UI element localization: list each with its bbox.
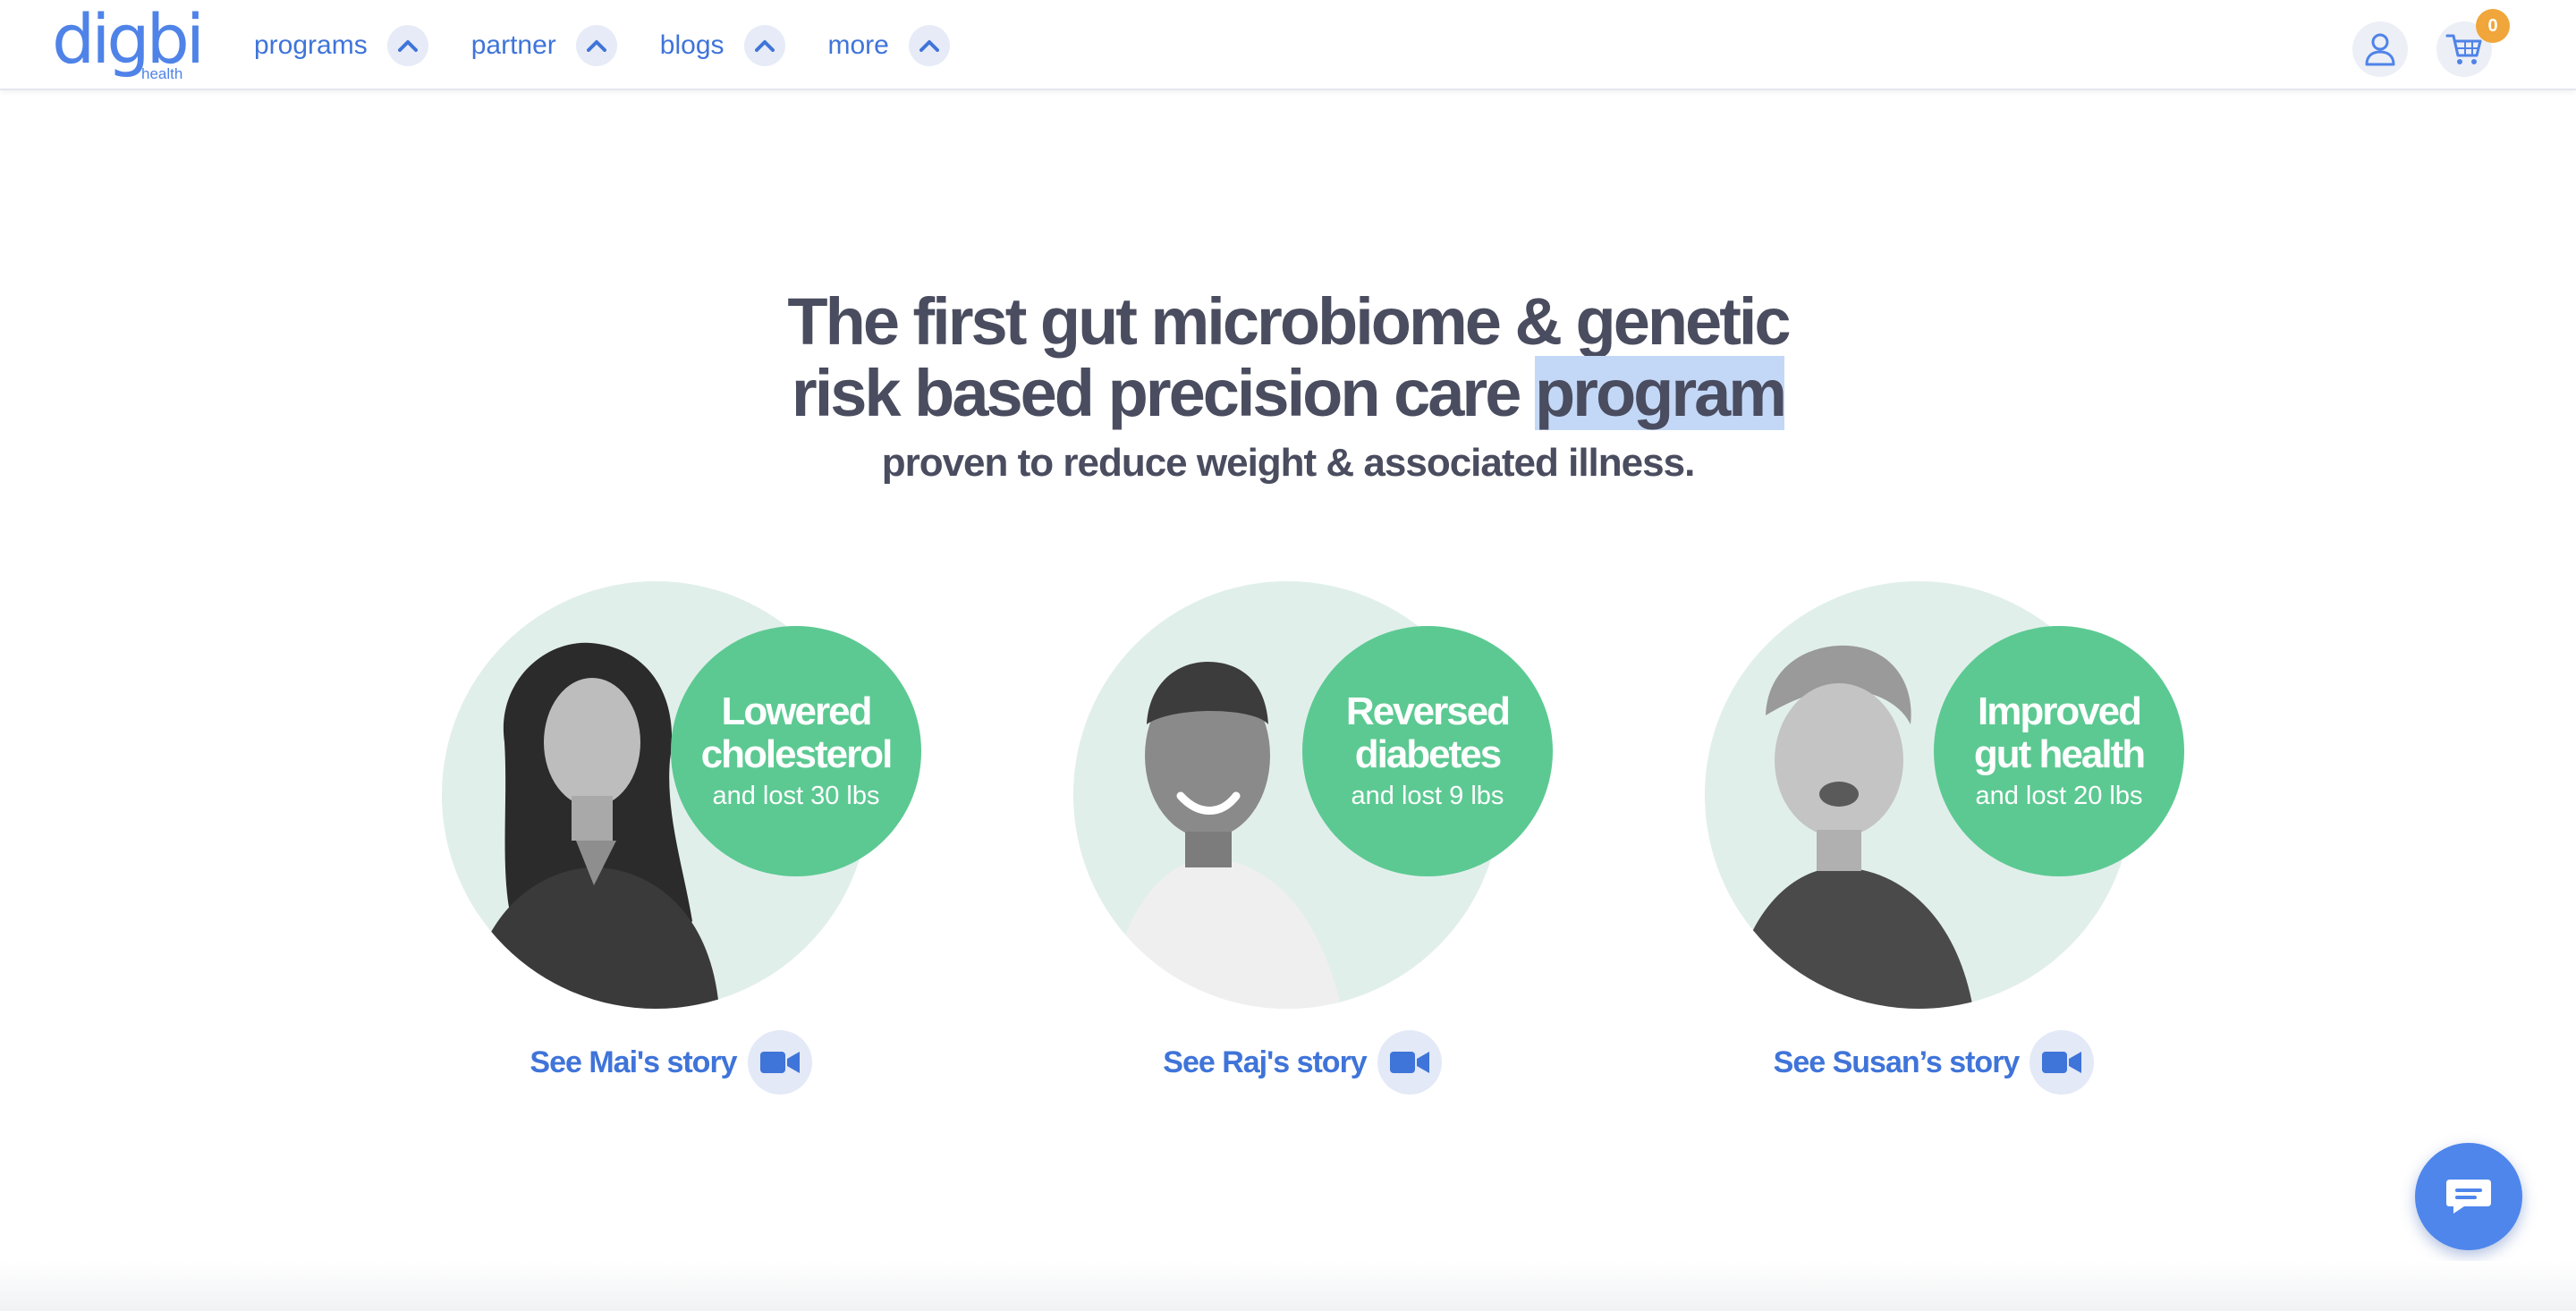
result-headline-2: gut health xyxy=(1973,732,2146,776)
see-story-link[interactable]: See Raj's story xyxy=(1052,1030,1553,1095)
result-badge: Improved gut health and lost 20 lbs xyxy=(1934,626,2184,876)
result-headline-1: Reversed xyxy=(1345,689,1511,733)
see-story-link[interactable]: See Mai's story xyxy=(420,1030,921,1095)
result-headline-2: diabetes xyxy=(1354,732,1503,776)
user-icon xyxy=(2365,33,2395,66)
story-link-text[interactable]: See Raj's story xyxy=(1163,1045,1367,1080)
video-camera-icon[interactable] xyxy=(1377,1030,1442,1095)
hero-title-line-1: The first gut microbiome & genetic xyxy=(787,284,1791,359)
nav-item-label: partner xyxy=(470,30,556,60)
hero-title: The first gut microbiome & genetic risk … xyxy=(0,284,2576,430)
logo-subtext: health xyxy=(141,65,183,82)
result-badge: Reversed diabetes and lost 9 lbs xyxy=(1302,626,1553,876)
chat-launcher-button[interactable] xyxy=(2415,1143,2522,1250)
video-camera-icon[interactable] xyxy=(747,1030,812,1095)
nav-item-partner[interactable]: partner xyxy=(471,25,617,66)
result-headline-2: cholesterol xyxy=(700,732,894,776)
nav-item-blogs[interactable]: blogs xyxy=(660,25,785,66)
nav-item-programs[interactable]: programs xyxy=(254,25,428,66)
story-card-susan: Improved gut health and lost 20 lbs See … xyxy=(1683,581,2184,1100)
cart-icon xyxy=(2445,34,2482,64)
cart-count-badge: 0 xyxy=(2476,9,2510,43)
story-link-text[interactable]: See Susan’s story xyxy=(1774,1045,2021,1080)
nav-item-more[interactable]: more xyxy=(828,25,950,66)
result-detail: and lost 30 lbs xyxy=(712,782,880,810)
account-button[interactable] xyxy=(2352,21,2408,77)
chevron-up-icon[interactable] xyxy=(575,25,617,66)
digbi-logo[interactable]: digbi health xyxy=(52,2,205,82)
page-bottom-edge xyxy=(0,1261,2576,1311)
chevron-up-icon[interactable] xyxy=(743,25,785,66)
chevron-up-icon[interactable] xyxy=(386,25,428,66)
story-link-text[interactable]: See Mai's story xyxy=(530,1045,737,1080)
hero-title-highlight: program xyxy=(1534,356,1787,430)
result-headline-1: Improved xyxy=(1977,689,2142,733)
story-card-mai: Lowered cholesterol and lost 30 lbs See … xyxy=(420,581,921,1100)
see-story-link[interactable]: See Susan’s story xyxy=(1683,1030,2184,1095)
hero-tagline: proven to reduce weight & associated ill… xyxy=(881,441,1696,485)
result-headline-1: Lowered xyxy=(721,689,873,733)
hero-title-line-2: risk based precision care xyxy=(791,356,1535,430)
story-card-raj: Reversed diabetes and lost 9 lbs See Raj… xyxy=(1052,581,1553,1100)
hero-section: The first gut microbiome & genetic risk … xyxy=(0,286,2576,486)
result-badge: Lowered cholesterol and lost 30 lbs xyxy=(671,626,921,876)
video-camera-icon[interactable] xyxy=(2029,1030,2095,1095)
nav-item-label: blogs xyxy=(659,30,724,60)
chevron-up-icon[interactable] xyxy=(908,25,950,66)
chat-bubble-icon xyxy=(2446,1180,2491,1214)
nav-item-label: more xyxy=(827,30,889,60)
nav-item-label: programs xyxy=(254,30,368,60)
result-detail: and lost 20 lbs xyxy=(1975,782,2143,810)
top-navigation-bar: digbi health programs partner blogs more xyxy=(0,0,2576,90)
result-detail: and lost 9 lbs xyxy=(1351,782,1504,810)
main-nav: programs partner blogs more xyxy=(254,23,993,68)
